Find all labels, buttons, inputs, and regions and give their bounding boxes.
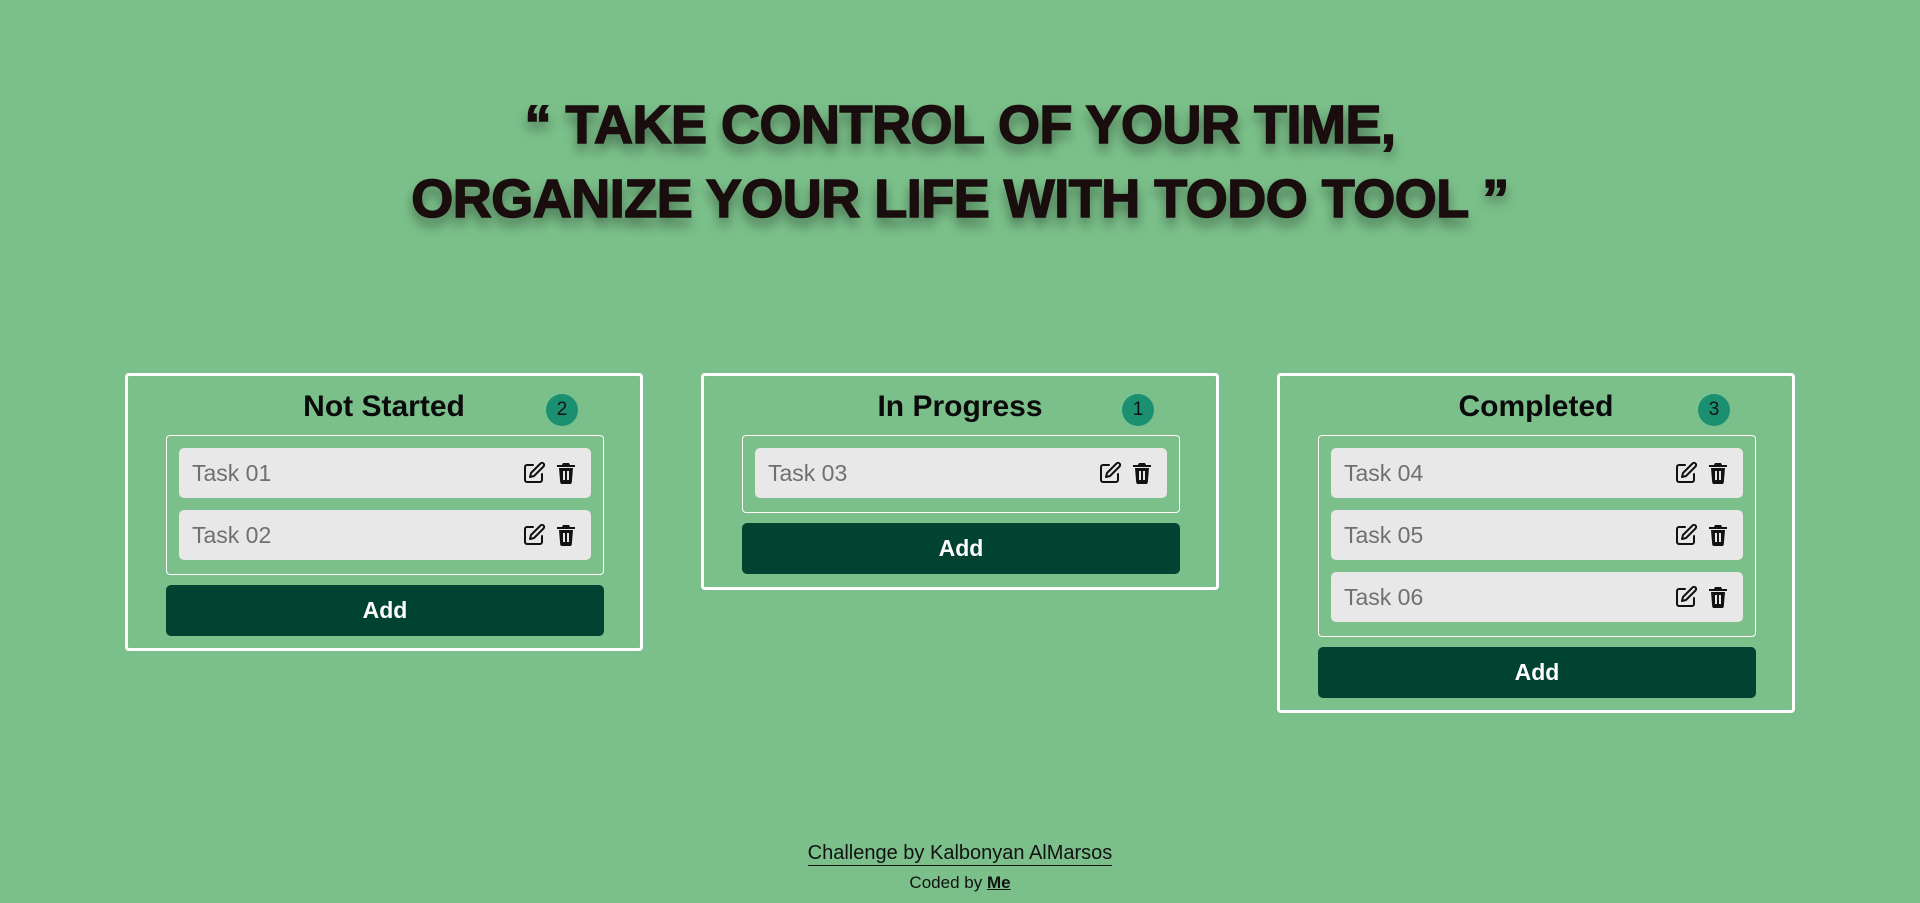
- task-text[interactable]: Task 05: [1344, 522, 1423, 549]
- board-not-started: Not Started 2 Task 01 Task 02 Add: [125, 373, 643, 651]
- task-text[interactable]: Task 03: [768, 460, 847, 487]
- edit-icon[interactable]: [522, 461, 546, 485]
- task-count-badge: 3: [1698, 394, 1730, 426]
- task-text[interactable]: Task 04: [1344, 460, 1423, 487]
- trash-icon[interactable]: [1130, 461, 1154, 485]
- task-item[interactable]: Task 01: [179, 448, 591, 498]
- footer-coded-by: Coded by Me: [0, 873, 1920, 893]
- hero-quote: “ TAKE CONTROL OF YOUR TIME, ORGANIZE YO…: [0, 88, 1920, 236]
- trash-icon[interactable]: [1706, 585, 1730, 609]
- task-item[interactable]: Task 03: [755, 448, 1167, 498]
- task-count-badge: 2: [546, 394, 578, 426]
- edit-icon[interactable]: [1674, 461, 1698, 485]
- trash-icon[interactable]: [1706, 523, 1730, 547]
- footer-credit-text[interactable]: Challenge by Kalbonyan AlMarsos: [807, 842, 1113, 866]
- task-text[interactable]: Task 06: [1344, 584, 1423, 611]
- task-list: Task 03: [742, 435, 1180, 513]
- task-list: Task 04 Task 05 Task 06: [1318, 435, 1756, 637]
- board-completed: Completed 3 Task 04 Task 05 Task 06 Add: [1277, 373, 1795, 713]
- edit-icon[interactable]: [522, 523, 546, 547]
- add-task-button[interactable]: Add: [742, 523, 1180, 574]
- task-list: Task 01 Task 02: [166, 435, 604, 575]
- edit-icon[interactable]: [1674, 523, 1698, 547]
- footer-credit: Challenge by Kalbonyan AlMarsos: [0, 842, 1920, 866]
- footer-coded-prefix: Coded by: [909, 873, 983, 892]
- task-item[interactable]: Task 05: [1331, 510, 1743, 560]
- task-text[interactable]: Task 01: [192, 460, 271, 487]
- edit-icon[interactable]: [1098, 461, 1122, 485]
- task-item[interactable]: Task 02: [179, 510, 591, 560]
- task-count-badge: 1: [1122, 394, 1154, 426]
- task-item[interactable]: Task 06: [1331, 572, 1743, 622]
- board-in-progress: In Progress 1 Task 03 Add: [701, 373, 1219, 590]
- trash-icon[interactable]: [554, 523, 578, 547]
- footer-author-link[interactable]: Me: [987, 873, 1011, 892]
- add-task-button[interactable]: Add: [1318, 647, 1756, 698]
- edit-icon[interactable]: [1674, 585, 1698, 609]
- trash-icon[interactable]: [1706, 461, 1730, 485]
- task-item[interactable]: Task 04: [1331, 448, 1743, 498]
- hero-quote-line-1: “ TAKE CONTROL OF YOUR TIME,: [524, 94, 1397, 156]
- hero-quote-line-2: ORGANIZE YOUR LIFE WITH TODO TOOL ”: [410, 168, 1510, 230]
- add-task-button[interactable]: Add: [166, 585, 604, 636]
- task-text[interactable]: Task 02: [192, 522, 271, 549]
- trash-icon[interactable]: [554, 461, 578, 485]
